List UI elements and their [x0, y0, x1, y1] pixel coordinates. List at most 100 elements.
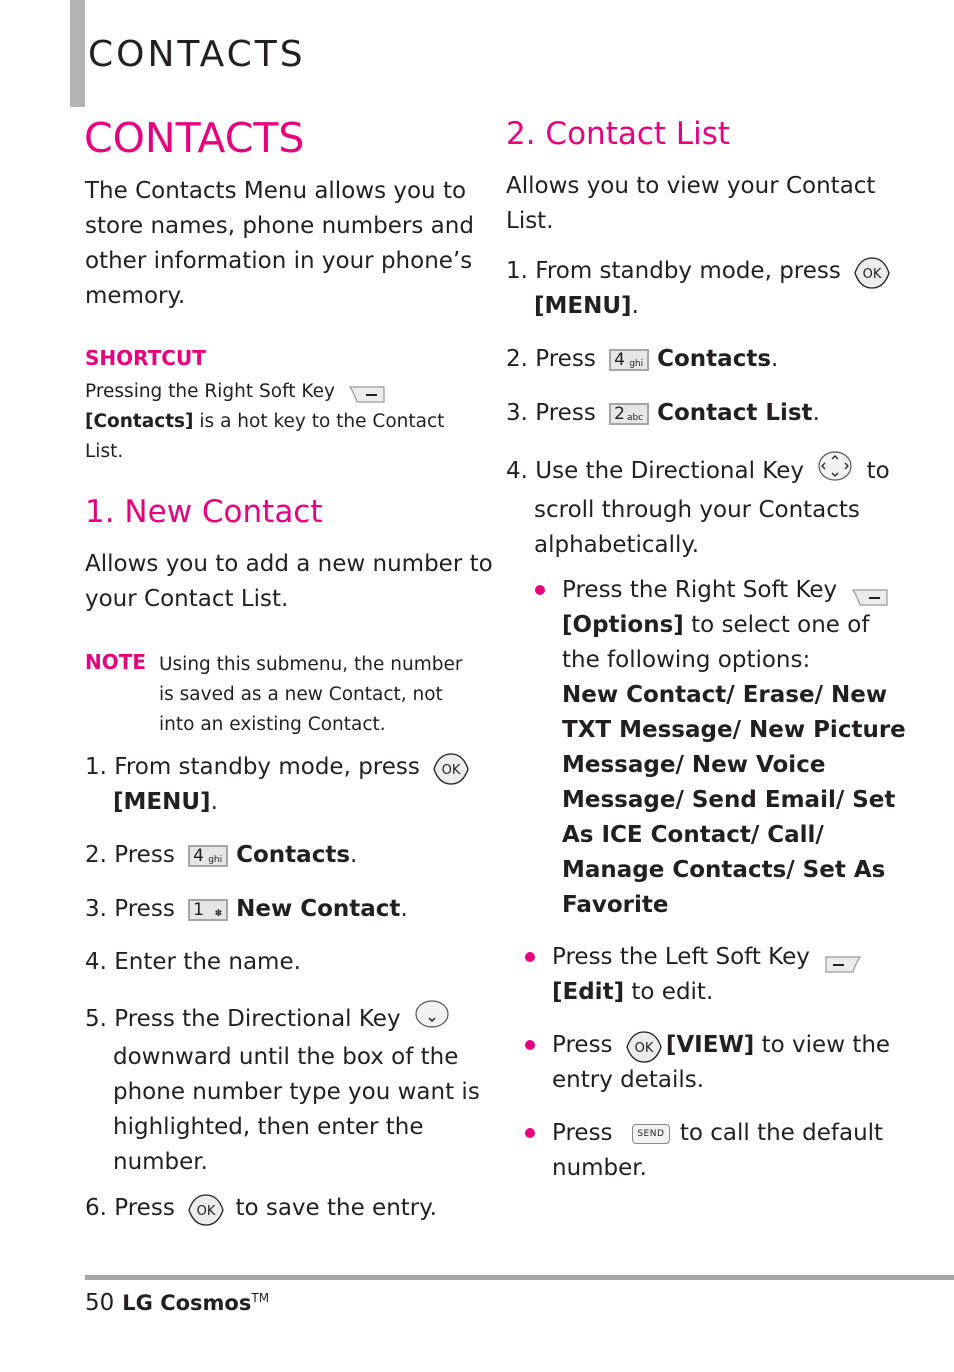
- intro-line: other information in your phone’s: [85, 248, 473, 274]
- key-digit: 4: [193, 845, 204, 866]
- option-line: New Contact/ Erase/ New: [562, 682, 888, 708]
- step-line: number.: [113, 1149, 208, 1175]
- bullet-text: number.: [552, 1155, 647, 1181]
- shortcut-line: Pressing the Right Soft Key: [85, 381, 335, 402]
- bullet-text: Press the Right Soft Key: [562, 577, 838, 603]
- ok-key-icon: OK: [188, 1193, 224, 1226]
- bullet-icon: [525, 1128, 535, 1138]
- step-text: to: [866, 458, 890, 484]
- section-title-new-contact: 1. New Contact: [85, 494, 323, 530]
- step-text: From standby mode, press: [114, 754, 420, 780]
- bullet-icon: [535, 585, 545, 595]
- key-4-ghi-icon: 4 ghi: [188, 844, 229, 867]
- key-digit: 2: [614, 403, 625, 424]
- chapter-sidebar-bar: [70, 0, 85, 107]
- desc-line: Allows you to add a new number to: [85, 551, 493, 577]
- step-text: From standby mode, press: [535, 258, 841, 284]
- ok-key-icon: OK: [854, 256, 890, 289]
- menu-item-contacts: Contacts: [657, 346, 772, 372]
- step-line: alphabetically.: [534, 532, 700, 558]
- options-label: [Options]: [562, 612, 684, 638]
- menu-item-contacts: Contacts: [236, 842, 351, 868]
- page-number: 50: [85, 1290, 115, 1316]
- punct: .: [400, 896, 408, 922]
- step-number: 2.: [85, 842, 107, 868]
- section-title-contact-list: 2. Contact List: [506, 116, 731, 152]
- desc-line: your Contact List.: [85, 586, 289, 612]
- option-line: As ICE Contact/ Call/: [562, 822, 824, 848]
- option-line: Manage Contacts/ Set As: [562, 857, 886, 883]
- key-letters: ghi: [629, 358, 644, 369]
- bullet-text: the following options:: [562, 647, 811, 673]
- bullet-text: Press: [552, 1120, 613, 1146]
- contact-list-description: Allows you to view your Contact List.: [506, 169, 875, 239]
- page-title: CONTACTS: [84, 114, 305, 162]
- punct: .: [210, 789, 218, 815]
- shortcut-line: List.: [85, 441, 124, 462]
- punct: .: [771, 346, 779, 372]
- bullet-text: Press the Left Soft Key: [552, 944, 810, 970]
- bullet-icon: [525, 1040, 535, 1050]
- step-number: 3.: [85, 896, 107, 922]
- bullet-text: to select one of: [683, 612, 870, 638]
- view-label: [VIEW]: [665, 1032, 755, 1058]
- bullet-text: entry details.: [552, 1067, 705, 1093]
- step-text: Press the Directional Key: [114, 1006, 401, 1032]
- step-text: Press: [535, 400, 596, 426]
- step-text: Enter the name.: [114, 949, 301, 975]
- step-line: phone number type you want is: [113, 1079, 480, 1105]
- punct: .: [350, 842, 358, 868]
- step-5: 5. Press the Directional Key downward un…: [85, 999, 480, 1180]
- step-number: 6.: [85, 1195, 107, 1221]
- step-number: 1.: [506, 258, 528, 284]
- svg-text:OK: OK: [634, 1041, 653, 1056]
- key-letters: abc: [626, 412, 644, 423]
- intro-line: The Contacts Menu allows you to: [85, 178, 467, 204]
- options-list: New Contact/ Erase/ New TXT Message/ New…: [562, 678, 906, 923]
- directional-down-key-icon: [414, 999, 450, 1040]
- key-4-ghi-icon: 4 ghi: [609, 348, 650, 371]
- step-line: scroll through your Contacts: [534, 497, 860, 523]
- step-number: 2.: [506, 346, 528, 372]
- step-text: Press: [535, 346, 596, 372]
- bullet-text: to edit.: [624, 979, 714, 1005]
- footer: 50 LG CosmosTM: [85, 1290, 269, 1316]
- step-text: Press: [114, 842, 175, 868]
- trademark: TM: [251, 1291, 270, 1305]
- cl-step-1: 1. From standby mode, press OK [MENU].: [506, 254, 890, 324]
- punct: .: [631, 293, 639, 319]
- bullet-icon: [525, 952, 535, 962]
- punct: .: [812, 400, 820, 426]
- intro-line: store names, phone numbers and: [85, 213, 474, 239]
- step-6: 6. Press OK to save the entry.: [85, 1191, 437, 1226]
- step-number: 5.: [85, 1006, 107, 1032]
- key-symbol: ✽: [214, 908, 223, 919]
- shortcut-contacts-key: [Contacts]: [85, 411, 194, 432]
- menu-label: [MENU]: [113, 789, 211, 815]
- shortcut-label: SHORTCUT: [85, 346, 206, 370]
- note-line: is saved as a new Contact, not: [159, 684, 443, 705]
- bullet-text: to view the: [754, 1032, 891, 1058]
- menu-item-new-contact: New Contact: [236, 896, 401, 922]
- bullet-view: Press OK [VIEW] to view the entry detail…: [552, 1028, 890, 1098]
- cl-step-4: 4. Use the Directional Key to scroll thr…: [506, 450, 890, 563]
- new-contact-description: Allows you to add a new number to your C…: [85, 547, 493, 617]
- step-number: 1.: [85, 754, 107, 780]
- option-line: TXT Message/ New Picture: [562, 717, 906, 743]
- step-text: Press: [114, 1195, 175, 1221]
- step-line: downward until the box of the: [113, 1044, 459, 1070]
- edit-label: [Edit]: [552, 979, 625, 1005]
- shortcut-text: Pressing the Right Soft Key [Contacts] i…: [85, 377, 444, 467]
- directional-key-icon: [817, 450, 853, 493]
- ok-key-icon: OK: [626, 1030, 662, 1063]
- desc-line: Allows you to view your Contact: [506, 173, 876, 199]
- svg-text:OK: OK: [197, 1204, 216, 1219]
- step-number: 4.: [85, 949, 107, 975]
- step-text: Use the Directional Key: [535, 458, 804, 484]
- intro-line: memory.: [85, 283, 186, 309]
- cl-step-3: 3. Press 2 abc Contact List.: [506, 396, 820, 431]
- desc-line: List.: [506, 208, 554, 234]
- step-2: 2. Press 4 ghi Contacts.: [85, 838, 357, 873]
- step-4: 4. Enter the name.: [85, 945, 301, 980]
- step-number: 4.: [506, 458, 528, 484]
